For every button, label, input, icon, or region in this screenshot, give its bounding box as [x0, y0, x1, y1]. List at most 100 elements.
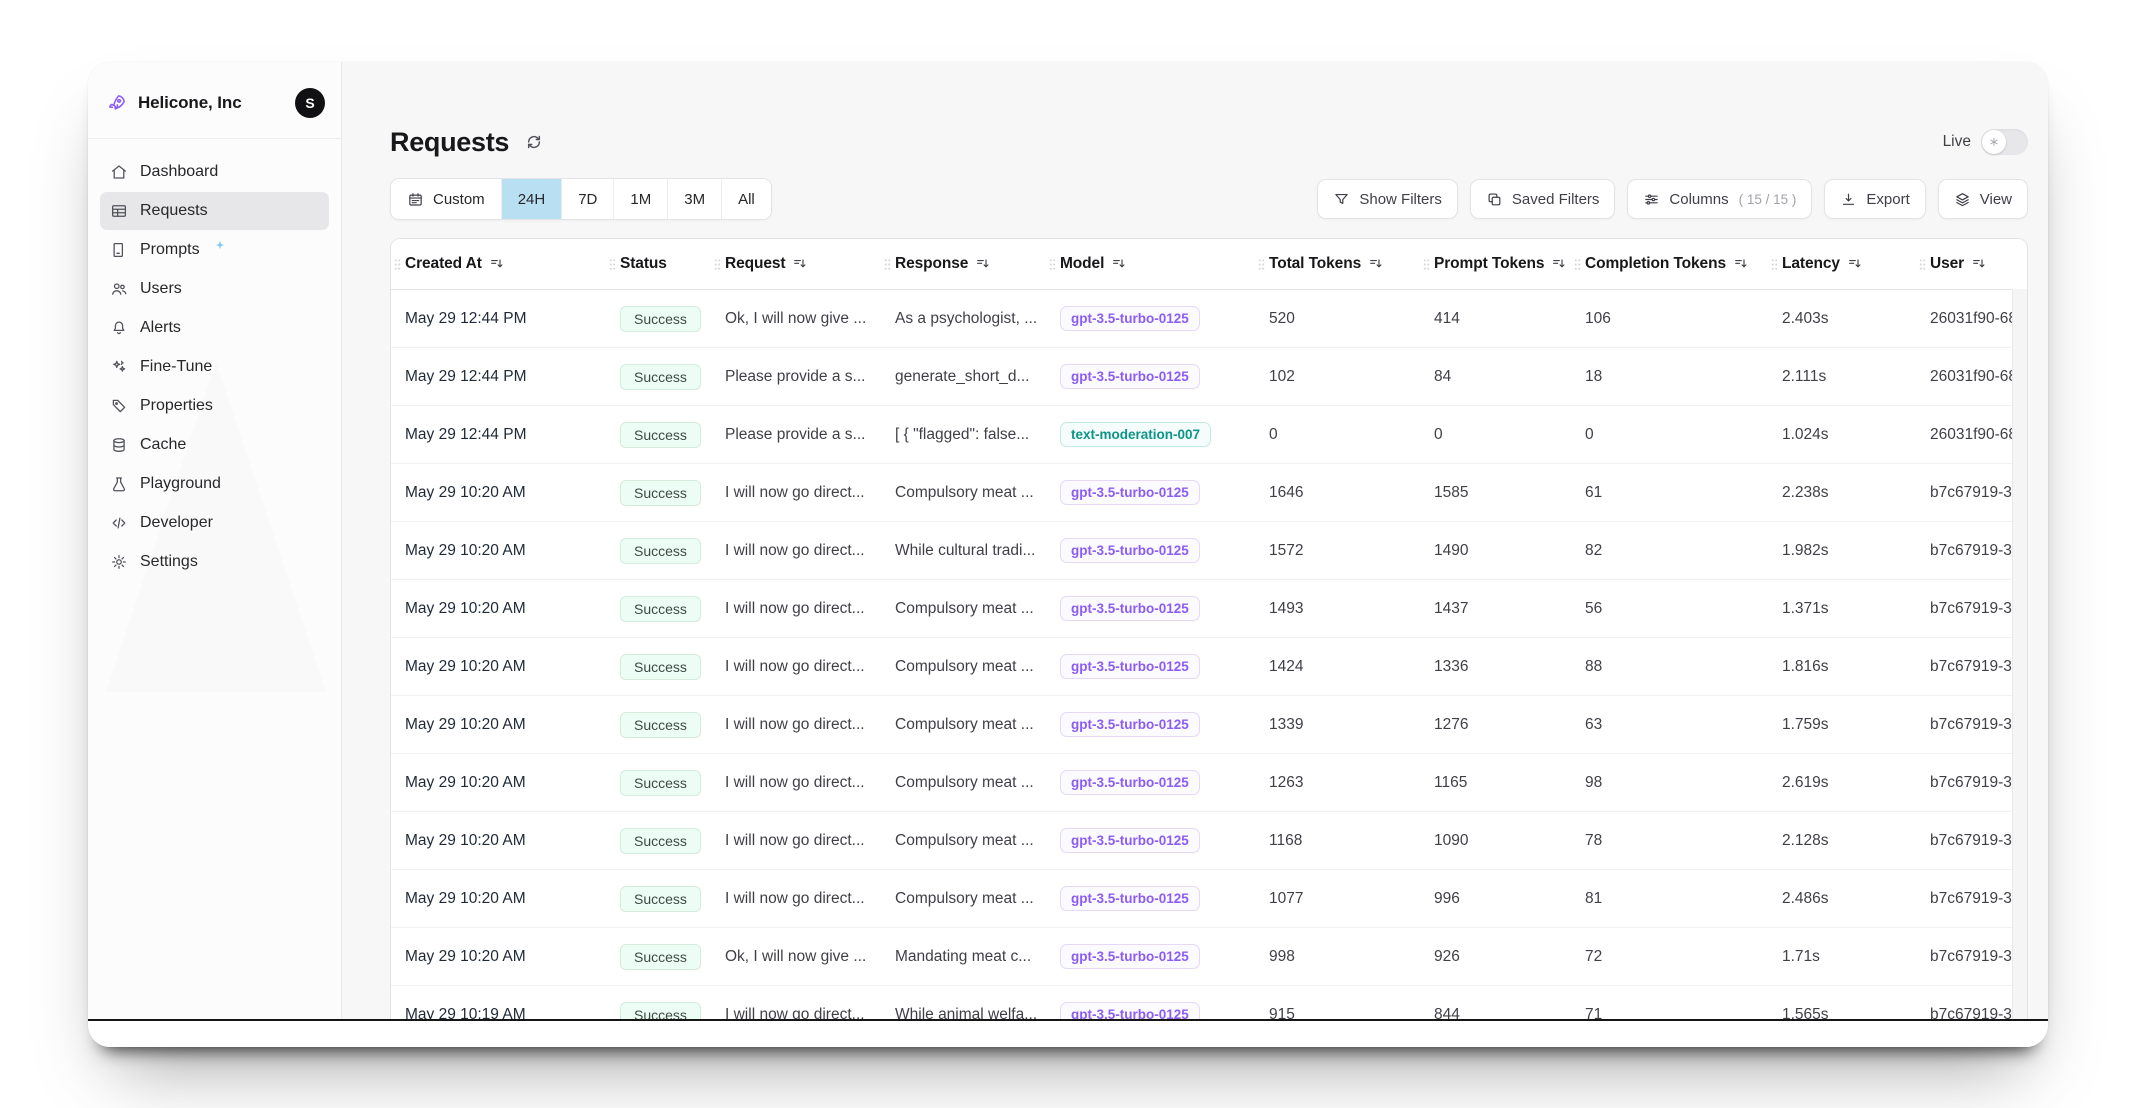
- sidebar-watermark: [106, 362, 326, 692]
- show-filters-button[interactable]: Show Filters: [1317, 179, 1458, 219]
- column-header-created-at[interactable]: Created At: [391, 255, 606, 273]
- sort-icon[interactable]: [1971, 256, 1987, 272]
- cell-latency: 1.759s: [1768, 716, 1916, 734]
- column-header-response[interactable]: Response: [881, 255, 1046, 273]
- table-row[interactable]: May 29 10:19 AMSuccessI will now go dire…: [391, 985, 2027, 1019]
- export-button[interactable]: Export: [1824, 179, 1925, 219]
- table-row[interactable]: May 29 12:44 PMSuccessPlease provide a s…: [391, 347, 2027, 405]
- org-header[interactable]: Helicone, Inc S: [88, 62, 341, 139]
- column-header-completion-tokens[interactable]: Completion Tokens: [1571, 255, 1768, 273]
- table-header-row: Created AtStatusRequestResponseModelTota…: [391, 239, 2027, 290]
- time-range-custom[interactable]: Custom: [391, 179, 501, 219]
- cell-status: Success: [606, 480, 711, 506]
- sidebar-item-requests[interactable]: Requests: [100, 192, 329, 230]
- sort-icon[interactable]: [1551, 256, 1567, 272]
- table-row[interactable]: May 29 10:20 AMSuccessI will now go dire…: [391, 695, 2027, 753]
- sidebar-item-alerts[interactable]: Alerts: [100, 309, 329, 347]
- table-row[interactable]: May 29 10:20 AMSuccessOk, I will now giv…: [391, 927, 2027, 985]
- table-row[interactable]: May 29 10:20 AMSuccessI will now go dire…: [391, 753, 2027, 811]
- cell-request: Ok, I will now give ...: [711, 310, 881, 328]
- cell-response: While animal welfa...: [881, 1006, 1046, 1020]
- table-row[interactable]: May 29 10:20 AMSuccessI will now go dire…: [391, 637, 2027, 695]
- cell-status: Success: [606, 306, 711, 332]
- cell-response: Compulsory meat ...: [881, 890, 1046, 908]
- drag-handle-icon[interactable]: [1258, 258, 1265, 271]
- column-header-user[interactable]: User: [1916, 255, 2028, 273]
- button-label: Saved Filters: [1512, 191, 1600, 208]
- time-range-label: 7D: [578, 191, 597, 208]
- sidebar-item-users[interactable]: Users: [100, 270, 329, 308]
- table-row[interactable]: May 29 10:20 AMSuccessI will now go dire…: [391, 521, 2027, 579]
- sort-icon[interactable]: [1733, 256, 1749, 272]
- column-header-status[interactable]: Status: [606, 255, 711, 273]
- controls-row: Custom24H 7D 1M3MAll Show Filters Saved Fil…: [390, 178, 2028, 220]
- table-body: May 29 12:44 PMSuccessOk, I will now giv…: [391, 290, 2027, 1019]
- live-toggle[interactable]: [1981, 129, 2028, 155]
- column-header-model[interactable]: Model: [1046, 255, 1255, 273]
- sort-icon[interactable]: [489, 256, 505, 272]
- drag-handle-icon[interactable]: [609, 258, 616, 271]
- column-header-request[interactable]: Request: [711, 255, 881, 273]
- table-row[interactable]: May 29 10:20 AMSuccessI will now go dire…: [391, 579, 2027, 637]
- sort-icon[interactable]: [792, 256, 808, 272]
- sort-icon[interactable]: [975, 256, 991, 272]
- sort-icon[interactable]: [1111, 256, 1127, 272]
- saved-filters-button[interactable]: Saved Filters: [1470, 179, 1616, 219]
- time-range-1m[interactable]: 1M: [613, 179, 667, 219]
- cell-model: gpt-3.5-turbo-0125: [1046, 480, 1255, 505]
- avatar[interactable]: S: [295, 88, 325, 118]
- copy-icon: [1486, 191, 1503, 208]
- cell-created_at: May 29 12:44 PM: [391, 368, 606, 386]
- column-label: Completion Tokens: [1585, 255, 1726, 273]
- time-range-3m[interactable]: 3M: [667, 179, 721, 219]
- cell-latency: 2.111s: [1768, 368, 1916, 386]
- drag-handle-icon[interactable]: [1049, 258, 1056, 271]
- time-range-7d[interactable]: 7D: [561, 179, 613, 219]
- cell-model: gpt-3.5-turbo-0125: [1046, 886, 1255, 911]
- sort-icon[interactable]: [1847, 256, 1863, 272]
- cell-model: gpt-3.5-turbo-0125: [1046, 828, 1255, 853]
- cell-status: Success: [606, 944, 711, 970]
- sort-icon[interactable]: [1368, 256, 1384, 272]
- column-header-total-tokens[interactable]: Total Tokens: [1255, 255, 1420, 273]
- drag-handle-icon[interactable]: [1423, 258, 1430, 271]
- cell-prompt_tokens: 1276: [1420, 716, 1571, 734]
- cell-prompt_tokens: 1090: [1420, 832, 1571, 850]
- table-row[interactable]: May 29 10:20 AMSuccessI will now go dire…: [391, 811, 2027, 869]
- cell-request: Please provide a s...: [711, 426, 881, 444]
- column-header-prompt-tokens[interactable]: Prompt Tokens: [1420, 255, 1571, 273]
- table-row[interactable]: May 29 12:44 PMSuccessOk, I will now giv…: [391, 290, 2027, 347]
- drag-handle-icon[interactable]: [884, 258, 891, 271]
- cell-created_at: May 29 10:20 AM: [391, 890, 606, 908]
- cell-total_tokens: 1263: [1255, 774, 1420, 792]
- sidebar-item-prompts[interactable]: Prompts: [100, 231, 329, 269]
- table-row[interactable]: May 29 12:44 PMSuccessPlease provide a s…: [391, 405, 2027, 463]
- table-icon: [110, 202, 128, 220]
- table-row[interactable]: May 29 10:20 AMSuccessI will now go dire…: [391, 463, 2027, 521]
- time-range-all[interactable]: All: [721, 179, 771, 219]
- cell-completion_tokens: 82: [1571, 542, 1768, 560]
- cell-latency: 1.024s: [1768, 426, 1916, 444]
- cell-status: Success: [606, 1002, 711, 1020]
- cell-total_tokens: 520: [1255, 310, 1420, 328]
- drag-handle-icon[interactable]: [714, 258, 721, 271]
- refresh-icon[interactable]: [524, 131, 546, 153]
- columns-button[interactable]: Columns( 15 / 15 ): [1627, 179, 1812, 219]
- sidebar-item-label: Users: [140, 280, 182, 298]
- column-header-latency[interactable]: Latency: [1768, 255, 1916, 273]
- drag-handle-icon[interactable]: [1574, 258, 1581, 271]
- sidebar: Helicone, Inc S DashboardRequestsPrompts…: [88, 62, 342, 1019]
- sidebar-item-dashboard[interactable]: Dashboard: [100, 153, 329, 191]
- drag-handle-icon[interactable]: [394, 258, 401, 271]
- cell-model: gpt-3.5-turbo-0125: [1046, 654, 1255, 679]
- drag-handle-icon[interactable]: [1919, 258, 1926, 271]
- cell-created_at: May 29 12:44 PM: [391, 426, 606, 444]
- cell-request: I will now go direct...: [711, 484, 881, 502]
- table-scrollbar[interactable]: [2012, 289, 2027, 1019]
- table-row[interactable]: May 29 10:20 AMSuccessI will now go dire…: [391, 869, 2027, 927]
- status-badge: Success: [620, 596, 701, 622]
- time-range-24h[interactable]: 24H: [501, 179, 562, 219]
- org-name: Helicone, Inc: [138, 93, 285, 113]
- drag-handle-icon[interactable]: [1771, 258, 1778, 271]
- view-button[interactable]: View: [1938, 179, 2028, 219]
